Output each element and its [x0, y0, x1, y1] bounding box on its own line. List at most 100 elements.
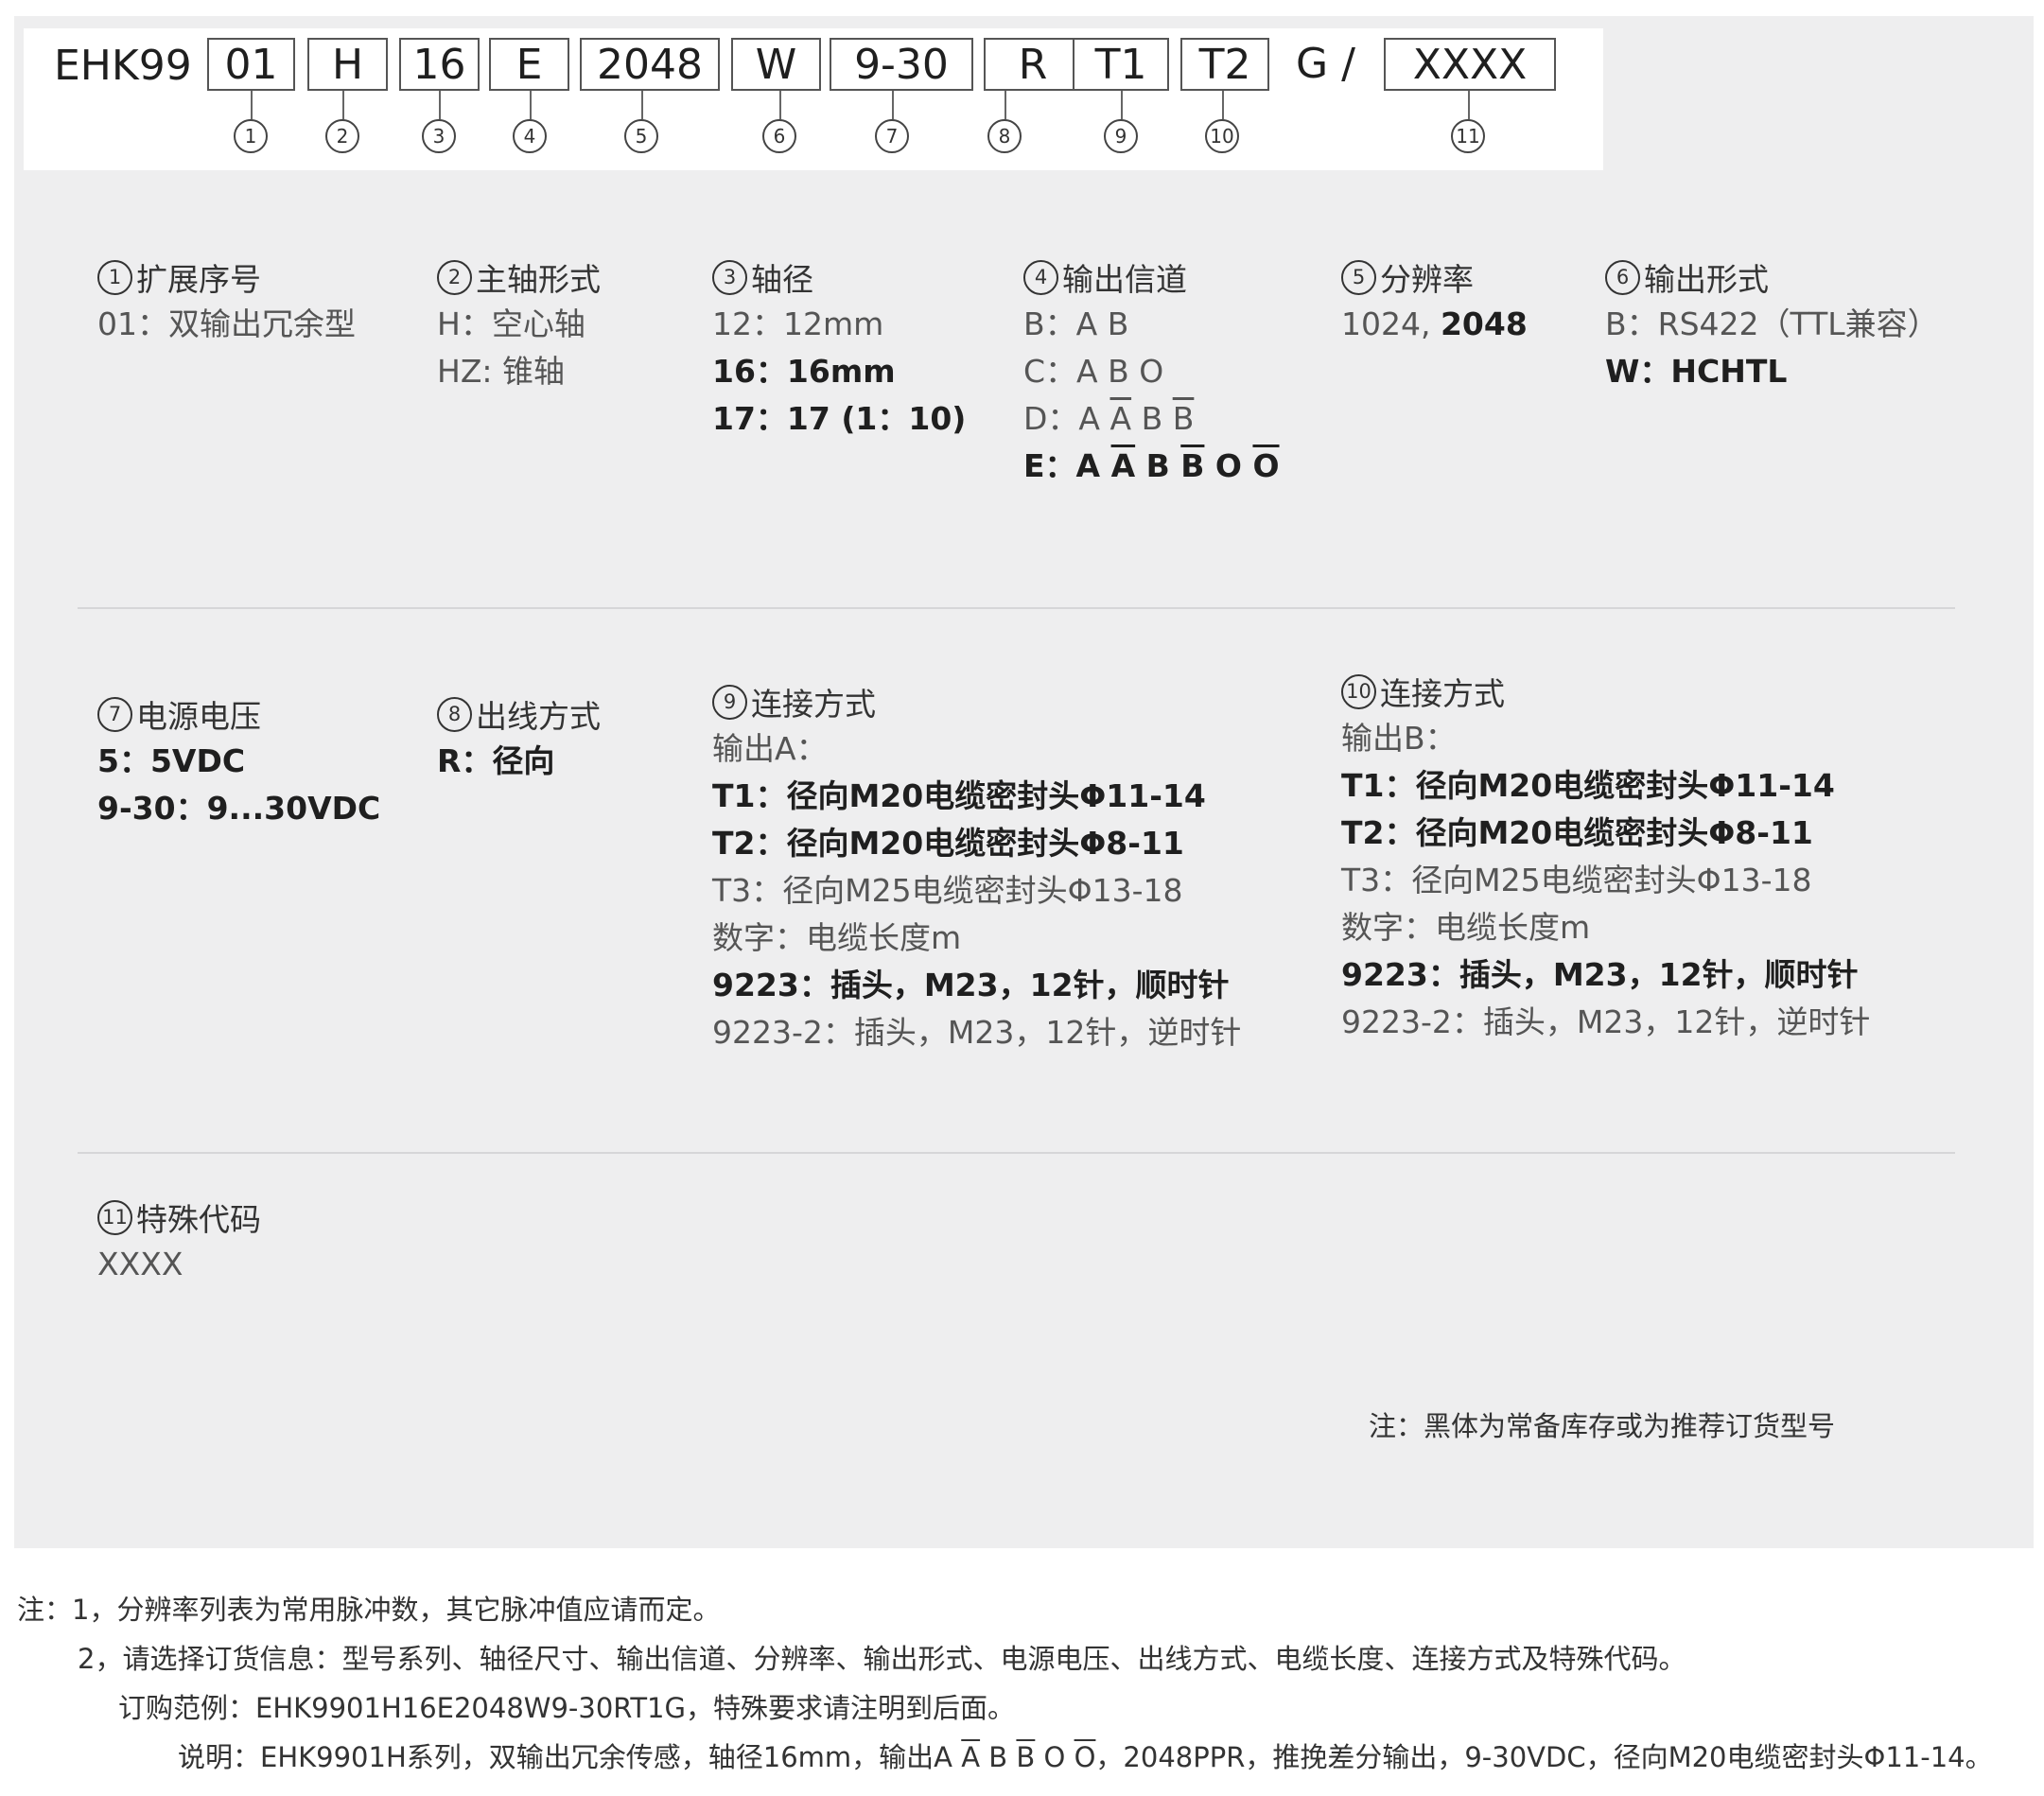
- option-line-bold: T2：径向M20电缆密封头Φ8-11: [712, 825, 1184, 862]
- option-line-bold: T1：径向M20电缆密封头Φ11-14: [1341, 767, 1835, 804]
- code-seg-connection-a: T1: [1073, 38, 1169, 91]
- option-line-bold: 16：16mm: [712, 353, 896, 390]
- option-line: B：RS422（TTL兼容）: [1605, 305, 1939, 342]
- marker-tick: [641, 91, 643, 119]
- marker-circle: 8: [987, 119, 1022, 153]
- section-title: 输出信道: [1062, 261, 1187, 298]
- marker-circle: 9: [1104, 119, 1138, 153]
- option-line: 输出A：: [712, 730, 828, 767]
- option-line: 输出B：: [1341, 720, 1457, 757]
- option-line: 数字：电缆长度m: [712, 919, 962, 956]
- section-cable-exit: 8 出线方式 R：径向: [437, 690, 601, 785]
- code-seg-output-form: W: [731, 38, 821, 91]
- code-seg-shaft-diameter: 16: [399, 38, 480, 91]
- marker-tick: [1468, 91, 1470, 119]
- option-line: T3：径向M25电缆密封头Φ13-18: [712, 872, 1183, 909]
- option-line: T3：径向M25电缆密封头Φ13-18: [1341, 862, 1812, 898]
- section-title: 连接方式: [1380, 675, 1505, 712]
- section-extension: 1 扩展序号 01：双输出冗余型: [97, 253, 356, 348]
- option-line-bold: 5：5VDC: [97, 742, 246, 779]
- marker-tick: [439, 91, 441, 119]
- option-line: 9223-2：插头，M23，12针，逆时针: [712, 1014, 1242, 1051]
- option-line-bold: 9223：插头，M23，12针，顺时针: [1341, 956, 1859, 993]
- marker-tick: [892, 91, 894, 119]
- section-special-code: 11 特殊代码 XXXX: [97, 1194, 261, 1288]
- section-number: 7: [97, 696, 132, 732]
- section-number: 9: [712, 684, 747, 720]
- marker-tick: [530, 91, 532, 119]
- marker-circle: 3: [422, 119, 456, 153]
- marker-tick: [1222, 91, 1224, 119]
- section-title: 电源电压: [136, 698, 261, 735]
- option-line: XXXX: [97, 1246, 183, 1282]
- section-title: 轴径: [751, 261, 813, 298]
- marker-tick: [1121, 91, 1123, 119]
- marker-tick: [342, 91, 344, 119]
- option-line: 12：12mm: [712, 305, 884, 342]
- marker-circle: 11: [1451, 119, 1485, 153]
- option-line-bold: T1：径向M20电缆密封头Φ11-14: [712, 777, 1206, 814]
- code-seg-cable-exit: R: [984, 38, 1082, 91]
- option-line: C：A B O: [1023, 353, 1164, 390]
- section-title: 特殊代码: [136, 1201, 261, 1238]
- marker-tick: [251, 91, 253, 119]
- section-number: 3: [712, 259, 747, 295]
- section-number: 4: [1023, 259, 1058, 295]
- code-seg-shaft-type: H: [307, 38, 388, 91]
- footer-note-2: 2，请选择订货信息：型号系列、轴径尺寸、输出信道、分辨率、输出形式、电源电压、出…: [78, 1643, 1686, 1675]
- section-title: 主轴形式: [476, 261, 601, 298]
- footer-explanation: 说明：EHK9901H系列，双输出冗余传感，轴径16mm，输出A A B B O…: [178, 1741, 1993, 1773]
- footer-example: 订购范例：EHK9901H16E2048W9-30RT1G，特殊要求请注明到后面…: [118, 1692, 1015, 1724]
- section-title: 连接方式: [751, 686, 876, 723]
- section-number: 1: [97, 259, 132, 295]
- option-line: 9223-2：插头，M23，12针，逆时针: [1341, 1003, 1871, 1040]
- code-seg-connection-b: T2: [1180, 38, 1269, 91]
- section-shaft-diameter: 3 轴径 12：12mm 16：16mm 17：17 (1：10): [712, 253, 966, 443]
- option-line: D：A A B B: [1023, 400, 1195, 437]
- marker-circle: 2: [325, 119, 359, 153]
- section-number: 11: [97, 1199, 132, 1235]
- code-seg-voltage: 9-30: [830, 38, 973, 91]
- marker-tick: [779, 91, 781, 119]
- section-title: 扩展序号: [136, 261, 261, 298]
- option-line-bold: E：A A B B O O: [1023, 447, 1280, 484]
- section-resolution: 5 分辨率 1024, 2048: [1341, 253, 1528, 348]
- footer-note-1: 注：1，分辨率列表为常用脉冲数，其它脉冲值应请而定。: [17, 1594, 721, 1626]
- section-title: 出线方式: [476, 698, 601, 735]
- divider: [78, 607, 1955, 609]
- code-seg-special: XXXX: [1384, 38, 1556, 91]
- option-line-bold: 9-30：9...30VDC: [97, 790, 381, 827]
- option-line-bold: T2：径向M20电缆密封头Φ8-11: [1341, 814, 1813, 851]
- section-connection-b: 10 连接方式 输出B： T1：径向M20电缆密封头Φ11-14 T2：径向M20…: [1341, 668, 1870, 1046]
- section-number: 2: [437, 259, 472, 295]
- marker-circle: 7: [875, 119, 909, 153]
- divider: [78, 1152, 1955, 1154]
- section-voltage: 7 电源电压 5：5VDC 9-30：9...30VDC: [97, 690, 380, 832]
- marker-circle: 1: [234, 119, 268, 153]
- section-number: 5: [1341, 259, 1376, 295]
- code-seg-output-channel: E: [489, 38, 569, 91]
- option-line-bold: W：HCHTL: [1605, 353, 1788, 390]
- option-line: 1024, 2048: [1341, 305, 1528, 342]
- marker-tick: [1005, 91, 1006, 119]
- code-seg-extension: 01: [207, 38, 295, 91]
- code-prefix: EHK99: [54, 42, 192, 90]
- code-seg-resolution: 2048: [580, 38, 720, 91]
- option-line-bold: 9223：插头，M23，12针，顺时针: [712, 967, 1230, 1003]
- section-title: 输出形式: [1644, 261, 1769, 298]
- option-line: 数字：电缆长度m: [1341, 909, 1591, 946]
- option-line: H：空心轴: [437, 305, 585, 342]
- section-number: 10: [1341, 673, 1376, 709]
- marker-circle: 10: [1205, 119, 1239, 153]
- option-line: B：A B: [1023, 305, 1129, 342]
- marker-circle: 4: [513, 119, 547, 153]
- section-connection-a: 9 连接方式 输出A： T1：径向M20电缆密封头Φ11-14 T2：径向M20电…: [712, 678, 1241, 1056]
- option-line-bold: R：径向: [437, 742, 555, 779]
- section-number: 8: [437, 696, 472, 732]
- section-shaft-type: 2 主轴形式 H：空心轴 HZ: 锥轴: [437, 253, 601, 395]
- option-line: HZ: 锥轴: [437, 353, 566, 390]
- section-output-form: 6 输出形式 B：RS422（TTL兼容） W：HCHTL: [1605, 253, 1939, 395]
- section-number: 6: [1605, 259, 1640, 295]
- option-line: 01：双输出冗余型: [97, 305, 356, 342]
- marker-circle: 6: [762, 119, 796, 153]
